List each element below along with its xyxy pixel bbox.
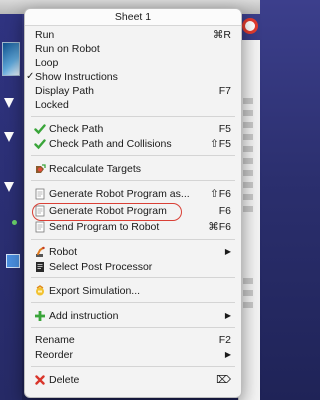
tree-expand-icon (4, 132, 14, 142)
document-icon (34, 205, 46, 217)
menu-item-label: Check Path (49, 123, 104, 135)
menu-item-label: Check Path and Collisions (49, 138, 172, 150)
green-check-icon (34, 123, 46, 135)
export-simulation-icon (34, 285, 46, 297)
menu-item-select-post-processor[interactable]: Select Post Processor (25, 260, 241, 274)
menu-item-label: Generate Robot Program as... (49, 188, 190, 200)
checkmark-icon: ✓ (26, 71, 35, 82)
menu-item-check-path-and-collisions[interactable]: Check Path and Collisions ⇧F5 (25, 137, 241, 151)
green-plus-icon (34, 310, 46, 322)
panel-text-fragment (243, 134, 253, 140)
menu-item-label: Loop (35, 57, 59, 69)
menu-item-show-instructions[interactable]: ✓ Show Instructions (25, 70, 241, 84)
menu-separator (31, 239, 235, 240)
menu-item-label: Robot (49, 246, 78, 258)
station-tree-panel (0, 14, 22, 400)
panel-text-fragment (243, 170, 253, 176)
shortcut-label: ⇧F5 (209, 138, 231, 150)
shortcut-label: F7 (218, 85, 231, 97)
shortcut-label: ⌦ (216, 374, 231, 386)
menu-item-label: Display Path (35, 85, 94, 97)
menu-item-label: Select Post Processor (49, 261, 153, 273)
panel-text-fragment (243, 182, 253, 188)
context-menu: Sheet 1 Run ⌘R Run on Robot Loop ✓ Show … (24, 8, 242, 398)
submenu-arrow-icon: ▶ (224, 350, 231, 359)
status-dot-icon (12, 220, 17, 225)
menu-item-rename[interactable]: Rename F2 (25, 333, 241, 347)
menu-separator (31, 155, 235, 156)
red-circle-icon (242, 18, 258, 34)
panel-text-fragment (243, 98, 253, 104)
station-thumbnail (2, 42, 20, 76)
recalculate-targets-icon (34, 163, 46, 175)
menu-separator (31, 327, 235, 328)
menu-item-label: Rename (35, 334, 75, 346)
shortcut-label: ⌘F6 (208, 221, 231, 233)
menu-item-send-program-to-robot[interactable]: Send Program to Robot ⌘F6 (25, 220, 241, 234)
menu-item-robot[interactable]: Robot ▶ (25, 245, 241, 259)
panel-text-fragment (243, 110, 253, 116)
program-tree-icon (6, 254, 20, 268)
panel-text-fragment (243, 158, 253, 164)
menu-separator (31, 180, 235, 181)
panel-text-fragment (243, 302, 253, 308)
tree-expand-icon (4, 98, 14, 108)
menu-item-loop[interactable]: Loop (25, 56, 241, 70)
menu-item-export-simulation[interactable]: Export Simulation... (25, 284, 241, 298)
menu-title: Sheet 1 (25, 9, 241, 26)
green-check-icon (34, 138, 46, 150)
menu-item-recalculate-targets[interactable]: Recalculate Targets (25, 162, 241, 176)
menu-item-reorder[interactable]: Reorder ▶ (25, 348, 241, 362)
menu-item-run-on-robot[interactable]: Run on Robot (25, 42, 241, 56)
menu-item-locked[interactable]: Locked (25, 98, 241, 112)
red-x-icon (34, 374, 46, 386)
menu-item-label: Generate Robot Program (49, 205, 167, 217)
menu-item-label: Show Instructions (35, 71, 118, 83)
menu-item-label: Run (35, 29, 55, 41)
menu-item-label: Locked (35, 99, 69, 111)
menu-item-label: Delete (49, 374, 80, 386)
menu-item-generate-robot-program[interactable]: Generate Robot Program F6 (25, 204, 241, 218)
menu-item-display-path[interactable]: Display Path F7 (25, 84, 241, 98)
menu-item-label: Recalculate Targets (49, 163, 142, 175)
menu-item-check-path[interactable]: Check Path F5 (25, 122, 241, 136)
submenu-arrow-icon: ▶ (224, 311, 231, 320)
shortcut-label: ⌘R (212, 29, 231, 41)
document-icon (34, 188, 46, 200)
menu-separator (31, 116, 235, 117)
document-icon (34, 221, 46, 233)
tree-expand-icon (4, 182, 14, 192)
menu-item-add-instruction[interactable]: Add instruction ▶ (25, 309, 241, 323)
menu-item-generate-robot-program-as[interactable]: Generate Robot Program as... ⇧F6 (25, 187, 241, 201)
robot-icon (34, 246, 46, 258)
post-processor-icon (34, 261, 46, 273)
panel-text-fragment (243, 194, 253, 200)
menu-item-label: Run on Robot (35, 43, 100, 55)
menu-separator (31, 302, 235, 303)
menu-item-label: Reorder (35, 349, 73, 361)
panel-text-fragment (243, 278, 253, 284)
shortcut-label: F2 (218, 334, 231, 346)
panel-text-fragment (243, 146, 253, 152)
submenu-arrow-icon: ▶ (224, 247, 231, 256)
menu-separator (31, 277, 235, 278)
shortcut-label: F6 (218, 205, 231, 217)
shortcut-label: ⇧F6 (209, 188, 231, 200)
menu-item-label: Send Program to Robot (49, 221, 160, 233)
menu-item-delete[interactable]: Delete ⌦ (25, 373, 241, 387)
menu-item-run[interactable]: Run ⌘R (25, 28, 241, 42)
menu-item-label: Add instruction (49, 310, 119, 322)
panel-text-fragment (243, 290, 253, 296)
shortcut-label: F5 (218, 123, 231, 135)
menu-item-label: Export Simulation... (49, 285, 141, 297)
panel-text-fragment (243, 122, 253, 128)
panel-text-fragment (243, 206, 253, 212)
menu-separator (31, 366, 235, 367)
